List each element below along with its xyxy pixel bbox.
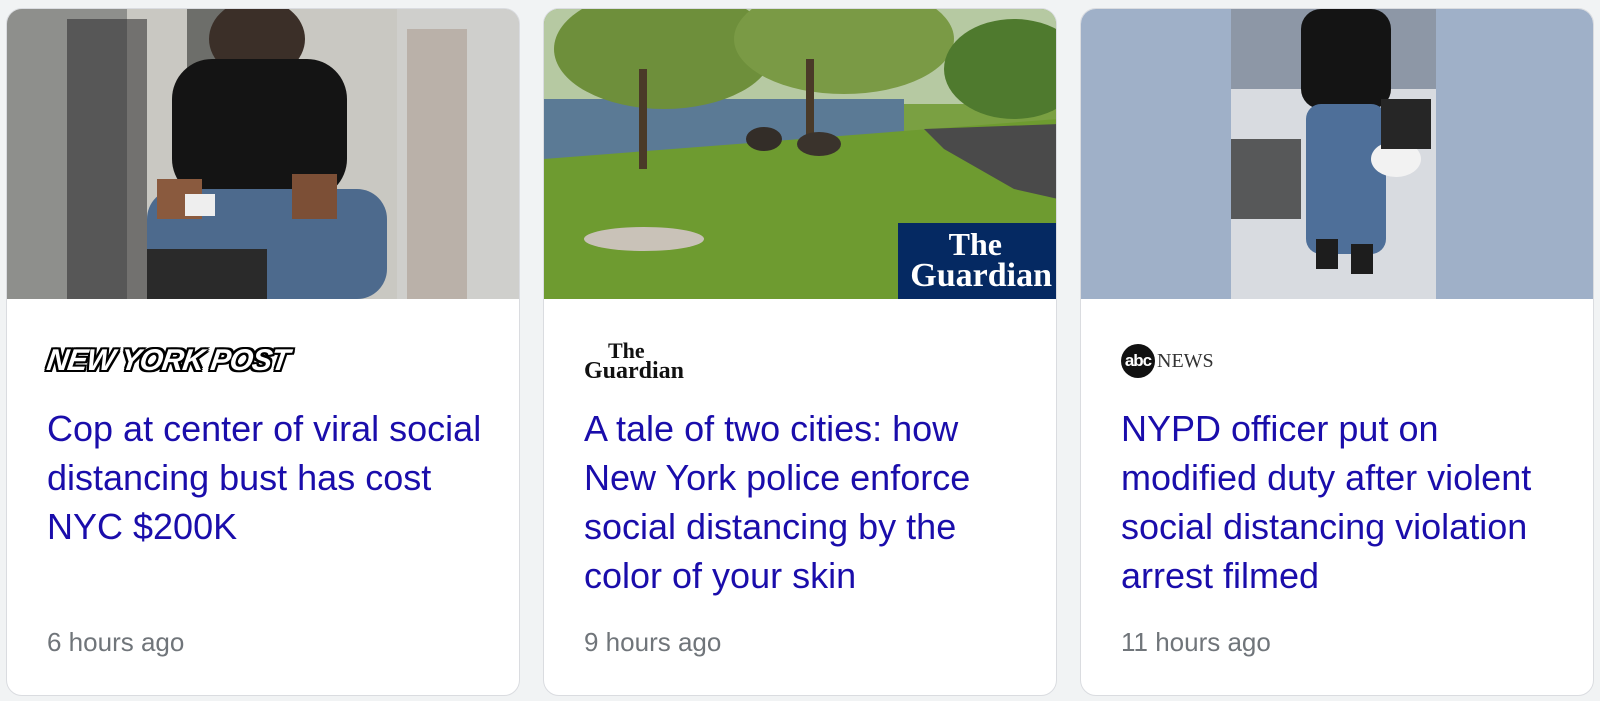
article-thumbnail[interactable] <box>1081 9 1593 299</box>
guardian-logo: The Guardian <box>584 338 685 384</box>
abc-news-logo: abc NEWS <box>1121 344 1214 378</box>
news-card[interactable]: NEW YORK POST Cop at center of viral soc… <box>6 8 520 696</box>
article-timestamp: 6 hours ago <box>47 627 185 657</box>
guardian-image-badge: The Guardian <box>898 223 1056 299</box>
article-thumbnail[interactable] <box>7 9 519 299</box>
abc-news-text: NEWS <box>1157 349 1214 372</box>
article-headline[interactable]: NYPD officer put on modified duty after … <box>1121 404 1561 600</box>
article-thumbnail[interactable]: The Guardian <box>544 9 1056 299</box>
news-card[interactable]: The Guardian The Guardian A tale of two … <box>543 8 1057 696</box>
news-card[interactable]: abc NEWS NYPD officer put on modified du… <box>1080 8 1594 696</box>
article-timestamp: 9 hours ago <box>584 627 722 657</box>
new-york-post-logo: NEW YORK POST <box>44 344 291 377</box>
source-logo: NEW YORK POST <box>44 339 291 383</box>
article-headline[interactable]: Cop at center of viral social distancing… <box>47 404 487 551</box>
article-headline[interactable]: A tale of two cities: how New York polic… <box>584 404 1024 600</box>
news-carousel: NEW YORK POST Cop at center of viral soc… <box>0 0 1600 701</box>
source-logo: abc NEWS <box>1121 339 1214 383</box>
article-timestamp: 11 hours ago <box>1121 627 1271 657</box>
source-logo: The Guardian <box>584 338 685 384</box>
abc-mark: abc <box>1121 344 1155 378</box>
